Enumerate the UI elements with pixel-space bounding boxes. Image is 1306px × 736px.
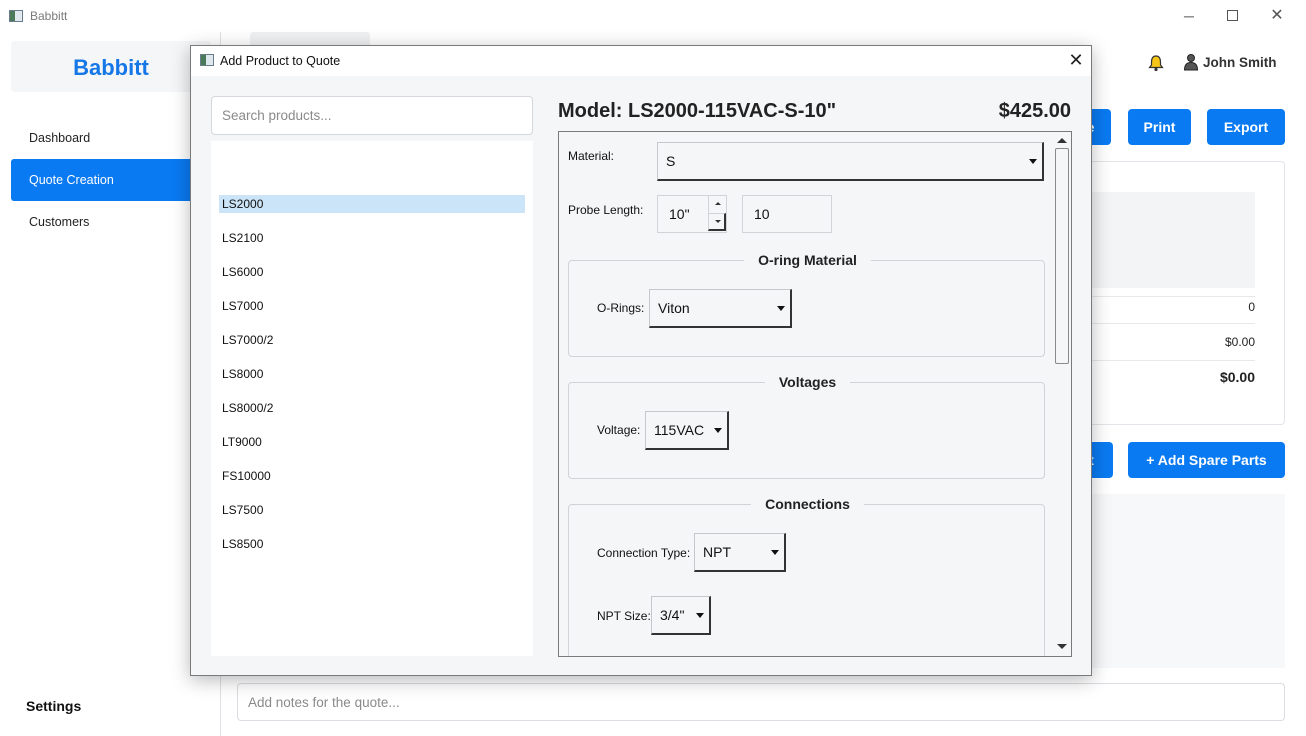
sidebar: Babbitt Dashboard Quote Creation Custome… — [0, 32, 221, 736]
brand-box: Babbitt — [11, 41, 211, 92]
user-name[interactable]: John Smith — [1203, 55, 1277, 70]
connection-type-select[interactable]: NPT — [694, 533, 786, 572]
quote-items-panel — [1070, 494, 1285, 668]
product-item-ls7500[interactable]: LS7500 — [219, 501, 525, 519]
connection-type-label: Connection Type: — [597, 546, 691, 560]
dialog-close-button[interactable]: ✕ — [1067, 50, 1085, 71]
dialog-app-icon — [200, 54, 214, 66]
oring-material-group: O-ring Material O-Rings: Viton — [568, 252, 1045, 357]
config-scrollbar[interactable] — [1053, 132, 1071, 656]
orings-select[interactable]: Viton — [649, 289, 792, 328]
summary-info-block — [1085, 192, 1255, 288]
product-list: LS2000 LS2100 LS6000 LS7000 LS7000/2 LS8… — [211, 141, 533, 656]
background-tab — [250, 32, 370, 46]
spin-up-icon[interactable] — [708, 196, 726, 213]
probe-length-custom-input[interactable]: 10 — [742, 195, 832, 233]
notes-input[interactable]: Add notes for the quote... — [237, 683, 1285, 721]
product-search-input[interactable] — [211, 96, 533, 135]
connections-group: Connections Connection Type: NPT NPT Siz… — [568, 496, 1045, 656]
product-item-ls2000[interactable]: LS2000 — [219, 195, 525, 213]
product-item-ls6000[interactable]: LS6000 — [219, 263, 525, 281]
connection-type-value: NPT — [703, 544, 731, 560]
chevron-down-icon — [777, 306, 785, 311]
product-item-ls8000-2[interactable]: LS8000/2 — [219, 399, 525, 417]
voltages-group-title: Voltages — [569, 374, 1046, 390]
product-item-ls8000[interactable]: LS8000 — [219, 365, 525, 383]
orings-value: Viton — [658, 300, 690, 316]
window-close-button[interactable]: ✕ — [1266, 6, 1288, 26]
config-panel: Material: S Probe Length: 10" 10 O-ring … — [558, 131, 1072, 657]
chevron-down-icon — [1029, 159, 1037, 164]
maximize-button[interactable] — [1221, 6, 1243, 26]
divider — [1085, 296, 1255, 297]
dialog-title: Add Product to Quote — [220, 54, 341, 68]
voltage-select[interactable]: 115VAC — [645, 411, 729, 450]
window-edge — [1302, 0, 1306, 736]
voltage-value: 115VAC — [654, 422, 705, 438]
probe-length-spinner[interactable]: 10" — [657, 195, 727, 233]
product-item-ls7000-2[interactable]: LS7000/2 — [219, 331, 525, 349]
export-button[interactable]: Export — [1207, 109, 1285, 145]
product-item-lt9000[interactable]: LT9000 — [219, 433, 525, 451]
product-item-ls7000[interactable]: LS7000 — [219, 297, 525, 315]
spin-down-icon[interactable] — [708, 213, 726, 231]
material-label: Material: — [568, 149, 615, 163]
bell-icon[interactable] — [1147, 54, 1165, 72]
scroll-up-icon[interactable] — [1057, 138, 1067, 143]
sidebar-item-settings[interactable]: Settings — [26, 698, 81, 714]
voltages-group: Voltages Voltage: 115VAC — [568, 374, 1045, 479]
product-item-ls2100[interactable]: LS2100 — [219, 229, 525, 247]
chevron-down-icon — [696, 613, 704, 618]
probe-length-value: 10" — [669, 206, 690, 222]
items-count-value: 0 — [1248, 300, 1255, 314]
connections-group-title: Connections — [569, 496, 1046, 512]
model-title: Model: LS2000-115VAC-S-10" — [558, 100, 837, 122]
npt-size-select[interactable]: 3/4" — [651, 596, 711, 635]
material-value: S — [666, 153, 676, 169]
probe-length-label: Probe Length: — [568, 203, 644, 217]
material-select[interactable]: S — [657, 142, 1044, 181]
user-icon — [1183, 54, 1199, 71]
add-product-dialog: Add Product to Quote ✕ LS2000 LS2100 LS6… — [190, 45, 1092, 676]
chevron-down-icon — [714, 428, 722, 433]
add-spare-parts-button[interactable]: + Add Spare Parts — [1128, 442, 1285, 478]
window-title: Babbitt — [30, 9, 68, 23]
npt-size-value: 3/4" — [660, 607, 685, 623]
scroll-down-icon[interactable] — [1057, 644, 1067, 649]
price: $425.00 — [998, 100, 1071, 122]
window-titlebar: Babbitt ─ ✕ — [0, 0, 1306, 32]
chevron-down-icon — [771, 550, 779, 555]
product-item-fs10000[interactable]: FS10000 — [219, 467, 525, 485]
voltage-label: Voltage: — [597, 423, 641, 437]
print-button[interactable]: Print — [1128, 109, 1191, 145]
oring-group-title: O-ring Material — [569, 252, 1046, 268]
minimize-button[interactable]: ─ — [1178, 6, 1200, 26]
orings-label: O-Rings: — [597, 301, 645, 315]
npt-size-label: NPT Size: — [597, 609, 651, 623]
scrollbar-thumb[interactable] — [1055, 148, 1069, 364]
dialog-titlebar: Add Product to Quote ✕ — [191, 46, 1091, 76]
divider — [1085, 360, 1255, 361]
product-item-ls8500[interactable]: LS8500 — [219, 535, 525, 553]
app-icon — [9, 10, 23, 22]
brand-logo: Babbitt — [73, 55, 149, 80]
divider — [1085, 323, 1255, 324]
subtotal-value: $0.00 — [1224, 335, 1255, 349]
total-value: $0.00 — [1219, 369, 1255, 385]
